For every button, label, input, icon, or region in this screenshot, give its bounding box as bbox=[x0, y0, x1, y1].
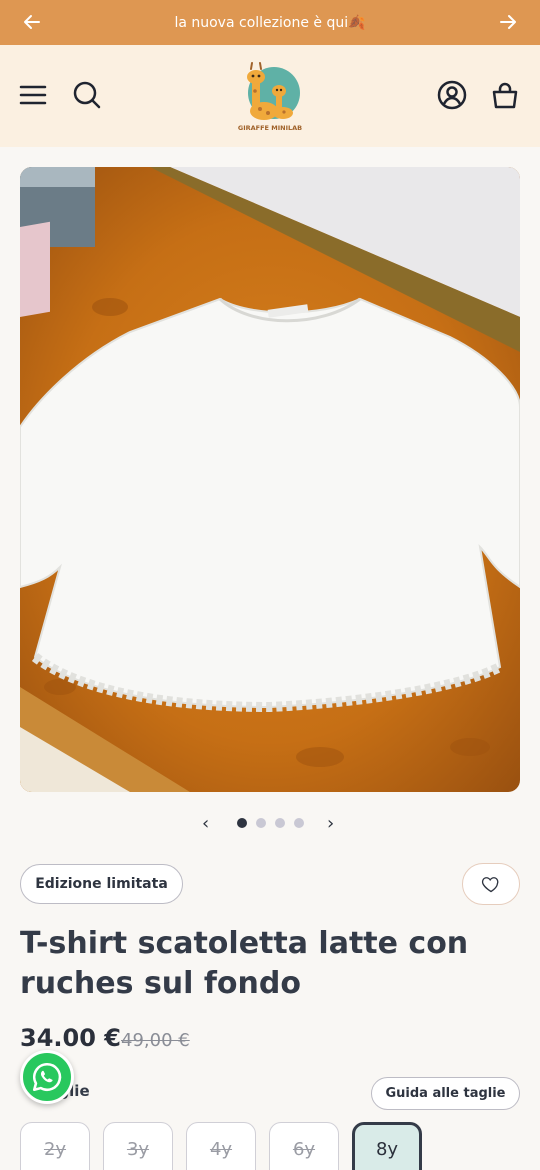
gallery-dot-3[interactable] bbox=[275, 818, 285, 828]
wishlist-button[interactable] bbox=[462, 863, 520, 905]
product-photo bbox=[20, 167, 520, 792]
size-guide-button[interactable]: Guida alle taglie bbox=[371, 1077, 520, 1110]
gallery-dot-1[interactable] bbox=[237, 818, 247, 828]
search-icon[interactable] bbox=[71, 79, 103, 111]
limited-edition-badge: Edizione limitata bbox=[20, 864, 183, 904]
product-image[interactable] bbox=[20, 167, 520, 792]
gallery-prev-button[interactable]: ‹ bbox=[202, 813, 209, 834]
product-title: T-shirt scatoletta latte con ruches sul … bbox=[20, 926, 469, 1001]
logo-text: GIRAFFE MINILAB bbox=[238, 124, 302, 132]
whatsapp-icon bbox=[32, 1062, 62, 1092]
menu-icon[interactable] bbox=[17, 79, 49, 111]
product-price: 34.00 € bbox=[20, 1024, 121, 1052]
account-icon[interactable] bbox=[436, 79, 468, 111]
arrow-left-icon[interactable] bbox=[20, 10, 44, 34]
announcement-bar: la nuova collezione è qui🍂 bbox=[0, 0, 540, 45]
size-option-3y[interactable]: 3y bbox=[103, 1122, 173, 1170]
arrow-right-icon[interactable] bbox=[496, 10, 520, 34]
size-option-2y[interactable]: 2y bbox=[20, 1122, 90, 1170]
size-option-4y[interactable]: 4y bbox=[186, 1122, 256, 1170]
cart-bag-icon[interactable] bbox=[489, 79, 521, 111]
brand-logo[interactable]: GIRAFFE MINILAB bbox=[238, 59, 302, 135]
heart-icon bbox=[481, 877, 499, 893]
whatsapp-button[interactable] bbox=[20, 1050, 74, 1104]
gallery-next-button[interactable]: › bbox=[327, 813, 334, 834]
size-option-8y[interactable]: 8y bbox=[352, 1122, 422, 1170]
site-header: GIRAFFE MINILAB bbox=[0, 45, 540, 147]
compare-at-price: 49,00 € bbox=[121, 1030, 190, 1051]
size-option-6y[interactable]: 6y bbox=[269, 1122, 339, 1170]
gallery-navigation: ‹ › bbox=[0, 810, 540, 836]
announcement-text: la nuova collezione è qui🍂 bbox=[174, 14, 366, 31]
gallery-dot-2[interactable] bbox=[256, 818, 266, 828]
gallery-dot-4[interactable] bbox=[294, 818, 304, 828]
